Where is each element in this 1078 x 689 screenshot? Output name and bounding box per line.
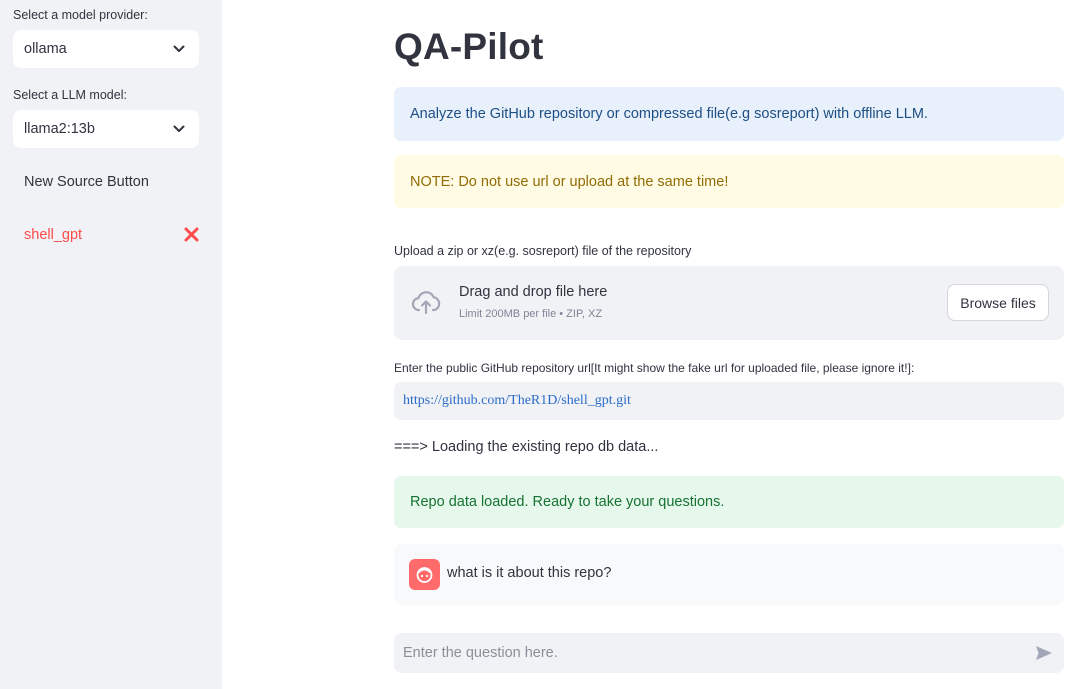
sidebar: Select a model provider: ollama Select a… (0, 0, 222, 689)
send-icon[interactable] (1035, 645, 1053, 661)
model-select-value: llama2:13b (24, 121, 95, 137)
provider-select-value: ollama (24, 41, 67, 57)
loading-status-text: ===> Loading the existing repo db data..… (394, 439, 659, 455)
page-title: QA-Pilot (394, 26, 544, 67)
model-select-label: Select a LLM model: (13, 88, 127, 102)
warning-alert-text: NOTE: Do not use url or upload at the sa… (410, 173, 729, 190)
browse-files-button[interactable]: Browse files (947, 284, 1049, 321)
dropzone-subtitle: Limit 200MB per file • ZIP, XZ (459, 308, 603, 320)
repo-url-value: https://github.com/TheR1D/shell_gpt.git (403, 393, 631, 408)
info-alert-text: Analyze the GitHub repository or compres… (410, 106, 928, 122)
success-alert: Repo data loaded. Ready to take your que… (394, 476, 1064, 528)
cloud-upload-icon (411, 291, 441, 315)
warning-alert: NOTE: Do not use url or upload at the sa… (394, 155, 1064, 208)
chevron-down-icon (173, 45, 185, 52)
question-input-placeholder: Enter the question here. (403, 645, 558, 661)
model-select[interactable]: llama2:13b (13, 110, 199, 148)
source-item-shell-gpt[interactable]: shell_gpt (24, 227, 82, 243)
chat-message-text: what is it about this repo? (447, 565, 612, 581)
repo-url-input[interactable]: https://github.com/TheR1D/shell_gpt.git (394, 382, 1064, 420)
user-face-icon (416, 567, 433, 583)
provider-select-label: Select a model provider: (13, 8, 148, 22)
provider-select[interactable]: ollama (13, 30, 199, 68)
close-icon[interactable] (183, 226, 200, 243)
avatar (409, 559, 440, 590)
question-input[interactable]: Enter the question here. (394, 633, 1064, 673)
repo-url-label: Enter the public GitHub repository url[I… (394, 361, 915, 375)
file-uploader-dropzone[interactable]: Drag and drop file here Limit 200MB per … (394, 266, 1064, 340)
upload-label: Upload a zip or xz(e.g. sosreport) file … (394, 244, 692, 258)
chat-message-user: what is it about this repo? (394, 544, 1064, 605)
chevron-down-icon (173, 125, 185, 132)
dropzone-title: Drag and drop file here (459, 284, 608, 300)
new-source-button[interactable]: New Source Button (24, 174, 149, 190)
info-alert: Analyze the GitHub repository or compres… (394, 87, 1064, 141)
success-alert-text: Repo data loaded. Ready to take your que… (410, 494, 725, 510)
